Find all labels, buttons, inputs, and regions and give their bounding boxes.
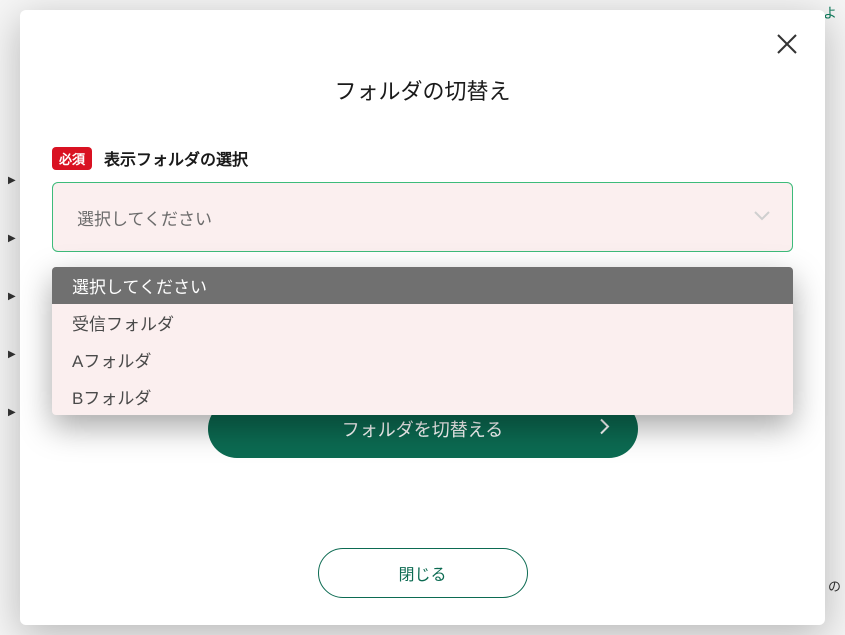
close-button[interactable] xyxy=(771,28,803,60)
close-label: 閉じる xyxy=(398,561,446,585)
modal-dialog: フォルダの切替え 必須 表示フォルダの選択 選択してください 選択してください … xyxy=(20,10,825,625)
select-wrapper: 選択してください 選択してください 受信フォルダ Aフォルダ Bフォルダ xyxy=(52,182,793,252)
submit-label: フォルダを切替える xyxy=(342,416,503,442)
field-label: 表示フォルダの選択 xyxy=(104,146,248,170)
close-icon xyxy=(775,32,799,56)
modal-overlay: フォルダの切替え 必須 表示フォルダの選択 選択してください 選択してください … xyxy=(0,0,845,635)
select-placeholder: 選択してください xyxy=(77,205,212,230)
dropdown-option[interactable]: 選択してください xyxy=(52,267,793,304)
field-header: 必須 表示フォルダの選択 xyxy=(52,146,793,170)
modal-title: フォルダの切替え xyxy=(52,74,793,106)
chevron-right-icon xyxy=(600,419,610,440)
folder-dropdown: 選択してください 受信フォルダ Aフォルダ Bフォルダ xyxy=(52,267,793,415)
dropdown-option[interactable]: Aフォルダ xyxy=(52,341,793,378)
chevron-down-icon xyxy=(754,208,770,226)
dropdown-option[interactable]: Bフォルダ xyxy=(52,378,793,415)
close-text-button[interactable]: 閉じる xyxy=(318,548,528,598)
required-badge: 必須 xyxy=(52,147,92,170)
folder-select[interactable]: 選択してください xyxy=(52,182,793,252)
dropdown-option[interactable]: 受信フォルダ xyxy=(52,304,793,341)
